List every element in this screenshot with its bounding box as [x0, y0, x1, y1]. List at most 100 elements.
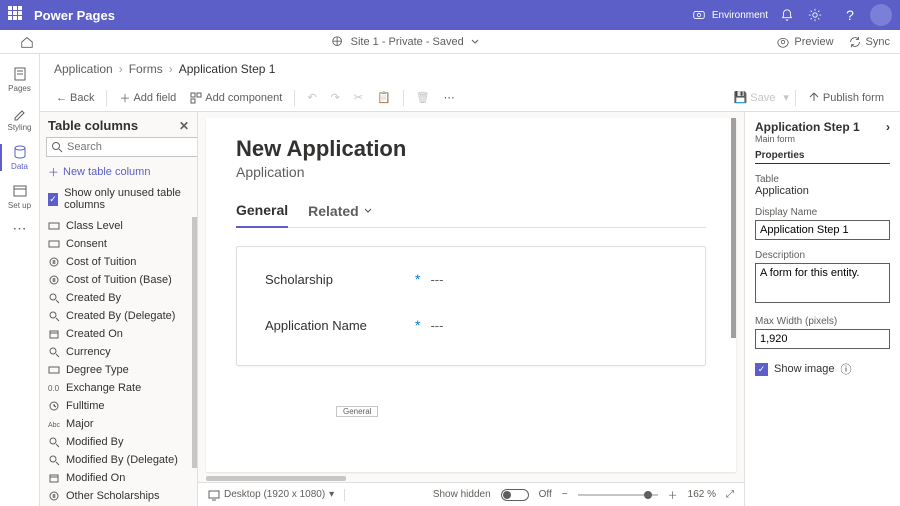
- zoom-slider[interactable]: [578, 494, 658, 496]
- svg-text:Abc: Abc: [48, 422, 60, 429]
- properties-panel: Application Step 1 › Main form Propertie…: [744, 112, 900, 506]
- props-title: Application Step 1: [755, 120, 860, 134]
- display-name-label: Display Name: [755, 207, 890, 218]
- add-field-button[interactable]: ＋ Add field: [113, 88, 182, 108]
- table-value: Application: [755, 185, 890, 197]
- chevron-down-icon: [363, 206, 373, 216]
- paste-button[interactable]: 📋: [371, 89, 397, 106]
- sync-button[interactable]: Sync: [848, 35, 890, 49]
- tab-general[interactable]: General: [236, 202, 288, 228]
- column-item[interactable]: Created On: [40, 325, 197, 343]
- max-width-label: Max Width (pixels): [755, 316, 890, 327]
- form-field[interactable]: Application Name*---: [265, 317, 677, 333]
- chevron-right-icon: ›: [169, 62, 173, 76]
- publish-button[interactable]: Publish form: [802, 90, 890, 106]
- save-button[interactable]: 💾 Save: [728, 89, 782, 106]
- column-item[interactable]: Degree Type: [40, 361, 197, 379]
- general-chip[interactable]: General: [336, 406, 378, 417]
- form-canvas[interactable]: New Application Application General Rela…: [206, 118, 736, 472]
- breadcrumb-current: Application Step 1: [179, 62, 276, 76]
- environment-label: Environment: [712, 10, 768, 21]
- column-item[interactable]: Modified On: [40, 469, 197, 487]
- status-bar: Desktop (1920 x 1080) ▾ Show hidden Off …: [198, 482, 744, 506]
- description-input[interactable]: A form for this entity.: [755, 263, 890, 303]
- home-icon[interactable]: [20, 35, 34, 49]
- form-title: New Application: [236, 136, 706, 162]
- back-button[interactable]: ← Back: [50, 90, 100, 106]
- info-icon[interactable]: ⓘ: [841, 361, 852, 377]
- chevron-right-icon[interactable]: ›: [886, 120, 890, 134]
- rail-more-icon[interactable]: ⋯: [13, 220, 27, 237]
- column-item[interactable]: Cost of Tuition: [40, 253, 197, 271]
- gear-icon[interactable]: [808, 8, 836, 22]
- column-item[interactable]: Created By: [40, 289, 197, 307]
- description-label: Description: [755, 250, 890, 261]
- breadcrumb-forms[interactable]: Forms: [129, 62, 163, 76]
- breadcrumb: Application › Forms › Application Step 1: [40, 54, 900, 84]
- column-item[interactable]: Cost of Tuition (Base): [40, 271, 197, 289]
- zoom-value: 162 %: [688, 489, 716, 500]
- rail-item-data[interactable]: Data: [0, 138, 40, 177]
- sub-header: Site 1 - Private - Saved Preview Sync: [0, 30, 900, 54]
- column-item[interactable]: 0.0Exchange Rate: [40, 379, 197, 397]
- top-bar: Power Pages Environment ?: [0, 0, 900, 30]
- form-body[interactable]: Scholarship*--- Application Name*---: [236, 246, 706, 366]
- svg-text:0.0: 0.0: [48, 384, 60, 393]
- tab-related[interactable]: Related: [308, 202, 373, 227]
- new-column-button[interactable]: ＋ New table column: [40, 161, 197, 184]
- chevron-right-icon: ›: [119, 62, 123, 76]
- rail-item-styling[interactable]: Styling: [0, 99, 40, 138]
- toggle-state: Off: [539, 489, 552, 500]
- column-item[interactable]: AbcMajor: [40, 415, 197, 433]
- horizontal-scrollbar[interactable]: [206, 474, 736, 482]
- column-item[interactable]: Other Scholarships: [40, 487, 197, 505]
- waffle-icon[interactable]: [8, 6, 26, 24]
- redo-button[interactable]: ↷: [325, 89, 346, 106]
- add-component-button[interactable]: Add component: [184, 90, 288, 106]
- close-icon[interactable]: ✕: [179, 119, 189, 133]
- table-label: Table: [755, 174, 890, 185]
- column-item[interactable]: Class Level: [40, 217, 197, 235]
- zoom-in-button[interactable]: ＋: [668, 487, 678, 502]
- rail-item-pages[interactable]: Pages: [0, 60, 40, 99]
- column-item[interactable]: Fulltime: [40, 397, 197, 415]
- column-item[interactable]: Modified By: [40, 433, 197, 451]
- search-input[interactable]: [46, 137, 198, 157]
- bell-icon[interactable]: [780, 8, 808, 22]
- show-hidden-toggle[interactable]: [501, 489, 529, 501]
- chevron-down-icon[interactable]: [470, 37, 480, 47]
- cut-button[interactable]: ✂: [348, 89, 369, 106]
- help-icon[interactable]: ?: [836, 7, 864, 23]
- column-item[interactable]: Consent: [40, 235, 197, 253]
- show-hidden-label: Show hidden: [433, 489, 491, 500]
- delete-button[interactable]: 🗑: [410, 89, 436, 106]
- preview-button[interactable]: Preview: [776, 35, 833, 49]
- props-section: Properties: [755, 150, 890, 164]
- form-field[interactable]: Scholarship*---: [265, 271, 677, 287]
- show-image-checkbox[interactable]: ✓Show image ⓘ: [755, 361, 890, 377]
- device-selector[interactable]: Desktop (1920 x 1080) ▾: [208, 489, 345, 501]
- environment-picker[interactable]: Environment: [692, 8, 768, 22]
- max-width-input[interactable]: [755, 329, 890, 349]
- display-name-input[interactable]: [755, 220, 890, 240]
- site-name[interactable]: Site 1 - Private - Saved: [351, 36, 464, 48]
- column-item[interactable]: Created By (Delegate): [40, 307, 197, 325]
- undo-button[interactable]: ↶: [301, 89, 322, 106]
- zoom-out-button[interactable]: −: [562, 489, 568, 500]
- rail-item-setup[interactable]: Set up: [0, 177, 40, 216]
- form-subtitle: Application: [236, 164, 706, 180]
- panel-title: Table columns: [48, 118, 138, 133]
- unused-checkbox[interactable]: ✓Show only unused table columns: [40, 184, 197, 217]
- site-icon: [331, 35, 345, 49]
- props-subtitle: Main form: [755, 134, 890, 144]
- column-item[interactable]: Modified By (Delegate): [40, 451, 197, 469]
- toolbar: ← Back ＋ Add field Add component ↶ ↷ ✂ 📋…: [40, 84, 900, 112]
- column-item[interactable]: Currency: [40, 343, 197, 361]
- fit-button[interactable]: ⤢: [726, 489, 734, 500]
- chevron-down-icon[interactable]: ▾: [783, 91, 789, 104]
- columns-list: Class LevelConsentCost of TuitionCost of…: [40, 217, 197, 506]
- brand: Power Pages: [34, 8, 115, 23]
- more-button[interactable]: ⋯: [438, 89, 461, 106]
- breadcrumb-app[interactable]: Application: [54, 62, 113, 76]
- avatar[interactable]: [870, 4, 892, 26]
